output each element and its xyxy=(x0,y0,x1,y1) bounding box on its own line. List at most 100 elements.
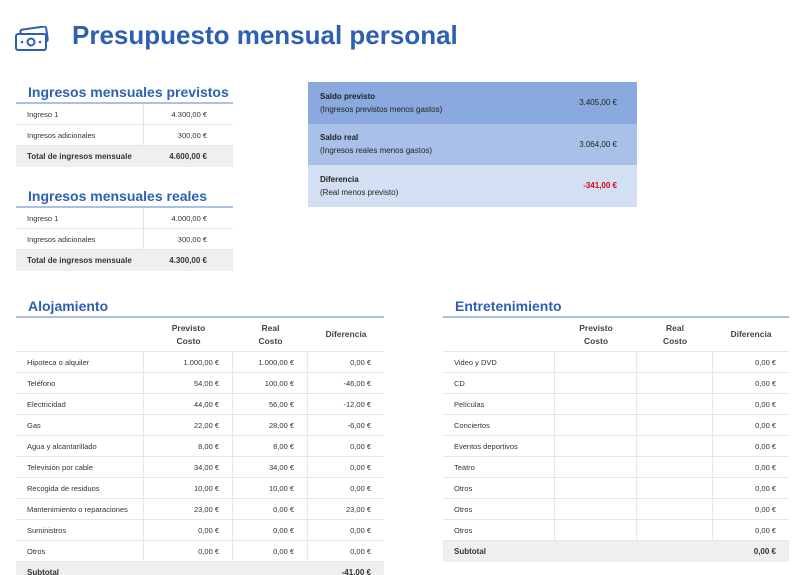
diferencia-cell: 0,00 € xyxy=(350,546,371,556)
diferencia-cell: -12,00 € xyxy=(343,399,371,409)
previsto-cell[interactable]: 22,00 € xyxy=(144,415,233,435)
col-previsto-costo: Previsto Costo xyxy=(171,322,206,346)
total-label: Total de ingresos mensuale xyxy=(27,152,132,161)
real-cell[interactable]: 0,00 € xyxy=(233,541,308,561)
table-row: Recogida de residuos 10,00 €10,00 €0,00 € xyxy=(16,478,384,499)
row-label: Otros xyxy=(16,541,144,561)
subtotal-row: Subtotal 0,00 € xyxy=(443,541,789,562)
row-value[interactable]: 4.000,00 € xyxy=(144,214,233,223)
diferencia-cell: -46,00 € xyxy=(343,378,371,388)
row-label: Agua y alcantarillado xyxy=(16,436,144,456)
balance-summary: Saldo previsto (Ingresos previstos menos… xyxy=(308,82,637,207)
previsto-cell[interactable] xyxy=(555,415,637,435)
previsto-cell[interactable]: 34,00 € xyxy=(144,457,233,477)
saldo-real-value: 3.064,00 € xyxy=(579,139,617,149)
table-row: Mantenimiento o reparaciones 23,00 €0,00 … xyxy=(16,499,384,520)
table-header: Previsto Costo Real Costo Diferencia xyxy=(443,318,789,352)
ingresos-reales-table: Ingreso 1 4.000,00 € Ingresos adicionale… xyxy=(16,206,233,271)
diferencia-cell: 23,00 € xyxy=(345,504,371,514)
previsto-cell[interactable]: 0,00 € xyxy=(144,520,233,540)
real-cell[interactable]: 10,00 € xyxy=(233,478,308,498)
row-label: Hipoteca o alquiler xyxy=(16,352,144,372)
real-cell[interactable] xyxy=(637,478,713,498)
row-label: Teléfono xyxy=(16,373,144,393)
col-previsto-costo: Previsto Costo xyxy=(579,322,613,346)
diferencia-cell: 0,00 € xyxy=(755,525,776,535)
table-row: Gas 22,00 €28,00 € -6,00 € xyxy=(16,415,384,436)
total-value: 4.600,00 € xyxy=(169,152,207,161)
real-cell[interactable]: 0,00 € xyxy=(233,520,308,540)
real-cell[interactable] xyxy=(637,499,713,519)
row-label: Suministros xyxy=(16,520,144,540)
saldo-real-row: Saldo real (Ingresos reales menos gastos… xyxy=(308,123,637,165)
real-cell[interactable] xyxy=(637,415,713,435)
previsto-cell[interactable]: 8,00 € xyxy=(144,436,233,456)
row-label: Eventos deportivos xyxy=(443,436,555,456)
previsto-cell[interactable] xyxy=(555,457,637,477)
real-cell[interactable] xyxy=(637,394,713,414)
ingresos-previstos-title: Ingresos mensuales previstos xyxy=(28,84,229,100)
real-cell[interactable] xyxy=(637,436,713,456)
alojamiento-title: Alojamiento xyxy=(28,298,109,314)
row-value[interactable]: 4.300,00 € xyxy=(144,110,233,119)
previsto-cell[interactable] xyxy=(555,478,637,498)
diferencia-row: Diferencia (Real menos previsto) -341,00… xyxy=(308,165,637,207)
row-label: CD xyxy=(443,373,555,393)
diferencia-cell: 0,00 € xyxy=(350,525,371,535)
diferencia-cell: 0,00 € xyxy=(755,357,776,367)
real-cell[interactable] xyxy=(637,457,713,477)
previsto-cell[interactable] xyxy=(555,394,637,414)
real-cell[interactable]: 34,00 € xyxy=(233,457,308,477)
saldo-real-subtitle: (Ingresos reales menos gastos) xyxy=(320,146,433,156)
real-cell[interactable] xyxy=(637,373,713,393)
real-cell[interactable] xyxy=(637,352,713,372)
row-label: Ingresos adicionales xyxy=(16,229,144,249)
previsto-cell[interactable]: 44,00 € xyxy=(144,394,233,414)
entretenimiento-table: Previsto Costo Real Costo Diferencia Video… xyxy=(443,316,789,562)
row-label: Ingreso 1 xyxy=(16,104,144,124)
table-row: CD 0,00 € xyxy=(443,373,789,394)
table-row: Electricidad 44,00 €56,00 € -12,00 € xyxy=(16,394,384,415)
previsto-cell[interactable]: 0,00 € xyxy=(144,541,233,561)
diferencia-cell: 0,00 € xyxy=(755,483,776,493)
previsto-cell[interactable] xyxy=(555,436,637,456)
previsto-cell[interactable]: 23,00 € xyxy=(144,499,233,519)
row-label: Recogida de residuos xyxy=(16,478,144,498)
real-cell[interactable]: 56,00 € xyxy=(233,394,308,414)
diferencia-cell: 0,00 € xyxy=(350,441,371,451)
previsto-cell[interactable]: 54,00 € xyxy=(144,373,233,393)
real-cell[interactable] xyxy=(637,520,713,540)
page-title: Presupuesto mensual personal xyxy=(72,20,458,50)
row-value[interactable]: 300,00 € xyxy=(144,235,233,244)
real-cell[interactable]: 28,00 € xyxy=(233,415,308,435)
total-row: Total de ingresos mensuale 4.300,00 € xyxy=(16,250,233,271)
real-cell[interactable]: 100,00 € xyxy=(233,373,308,393)
diferencia-cell: 0,00 € xyxy=(755,504,776,514)
row-label: Conciertos xyxy=(443,415,555,435)
previsto-cell[interactable]: 1.000,00 € xyxy=(144,352,233,372)
ingresos-reales-title: Ingresos mensuales reales xyxy=(28,188,207,204)
alojamiento-table: Previsto Costo Real Costo Diferencia Hipot… xyxy=(16,316,384,575)
row-label: Mantenimiento o reparaciones xyxy=(16,499,144,519)
diferencia-cell: 0,00 € xyxy=(755,462,776,472)
subtotal-label: Subtotal xyxy=(454,547,486,556)
subtotal-row: Subtotal -41,00 € xyxy=(16,562,384,575)
table-row: Agua y alcantarillado 8,00 €8,00 €0,00 € xyxy=(16,436,384,457)
previsto-cell[interactable] xyxy=(555,373,637,393)
table-row: Teatro 0,00 € xyxy=(443,457,789,478)
row-label: Películas xyxy=(443,394,555,414)
diferencia-cell: 0,00 € xyxy=(350,357,371,367)
real-cell[interactable]: 8,00 € xyxy=(233,436,308,456)
saldo-previsto-title: Saldo previsto xyxy=(320,91,376,101)
diferencia-cell: 0,00 € xyxy=(350,462,371,472)
previsto-cell[interactable] xyxy=(555,352,637,372)
real-cell[interactable]: 1.000,00 € xyxy=(233,352,308,372)
real-cell[interactable]: 0,00 € xyxy=(233,499,308,519)
row-label: Gas xyxy=(16,415,144,435)
previsto-cell[interactable] xyxy=(555,520,637,540)
previsto-cell[interactable] xyxy=(555,499,637,519)
previsto-cell[interactable]: 10,00 € xyxy=(144,478,233,498)
row-value[interactable]: 300,00 € xyxy=(144,131,233,140)
diferencia-cell: 0,00 € xyxy=(755,378,776,388)
table-row: Hipoteca o alquiler 1.000,00 €1.000,00 €0… xyxy=(16,352,384,373)
